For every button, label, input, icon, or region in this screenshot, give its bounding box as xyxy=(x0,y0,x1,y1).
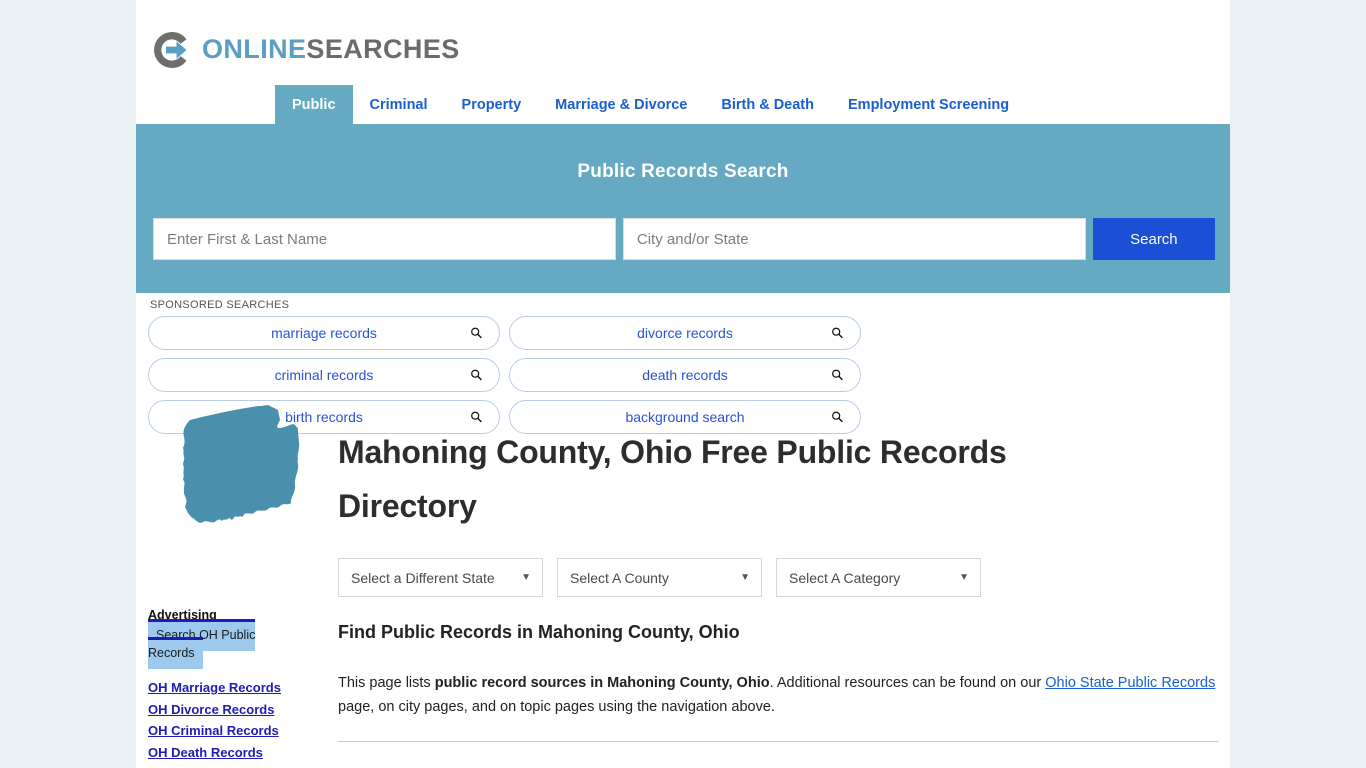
page-root: ONLINESEARCHES Public Criminal Property … xyxy=(0,0,1366,768)
main-content: Find Public Records in Mahoning County, … xyxy=(338,622,1218,719)
paragraph-part-1: This page lists xyxy=(338,675,435,691)
masthead: ONLINESEARCHES xyxy=(136,0,1230,85)
public-records-search-band: Public Records Search Search xyxy=(136,128,1230,293)
sidebar-link-oh-marriage-records[interactable]: OH Marriage Records xyxy=(148,678,308,698)
category-select-value: Select A Category xyxy=(789,569,901,586)
section-heading: Find Public Records in Mahoning County, … xyxy=(338,622,740,642)
state-select-value: Select a Different State xyxy=(351,569,495,586)
sponsored-pill-label: divorce records xyxy=(637,325,733,341)
paragraph-bold-phrase: public record sources in Mahoning County… xyxy=(434,675,770,691)
sidebar-link-oh-death-records[interactable]: OH Death Records xyxy=(148,743,308,763)
nav-tab-criminal[interactable]: Criminal xyxy=(353,85,445,124)
sidebar-link-oh-divorce-records[interactable]: OH Divorce Records xyxy=(148,700,308,720)
search-icon xyxy=(831,327,844,340)
sponsored-pill-marriage-records[interactable]: marriage records xyxy=(148,316,500,350)
sidebar-links-list: OH Marriage Records OH Divorce Records O… xyxy=(148,678,308,768)
search-icon xyxy=(831,411,844,424)
paragraph-part-2: . Additional resources can be found on o… xyxy=(769,675,1046,691)
paragraph-part-3: page, on city pages, and on topic pages … xyxy=(338,699,775,716)
wordmark-online: ONLINE xyxy=(202,34,307,64)
nav-tab-public[interactable]: Public xyxy=(275,85,353,124)
nav-tab-employment-screening[interactable]: Employment Screening xyxy=(831,85,1026,124)
sponsored-pill-label: marriage records xyxy=(271,325,377,341)
sponsored-searches-label: SPONSORED SEARCHES xyxy=(150,299,290,311)
page-title: Mahoning County, Ohio Free Public Record… xyxy=(338,434,1007,524)
sidebar-link-oh-criminal-records[interactable]: OH Criminal Records xyxy=(148,721,308,741)
page-container: ONLINESEARCHES Public Criminal Property … xyxy=(136,0,1230,768)
search-icon xyxy=(831,369,844,382)
sponsored-pill-label: background search xyxy=(625,409,745,425)
intro-paragraph: This page lists public record sources in… xyxy=(338,671,1218,719)
sponsored-pill-label: death records xyxy=(642,367,728,383)
nav-tab-marriage-divorce[interactable]: Marriage & Divorce xyxy=(538,85,704,124)
category-select[interactable]: Select A Category ▼ xyxy=(776,558,981,597)
site-logo-link[interactable]: ONLINESEARCHES xyxy=(150,28,460,72)
search-icon xyxy=(470,369,483,382)
sponsored-pill-death-records[interactable]: death records xyxy=(509,358,861,392)
ohio-state-public-records-link[interactable]: Ohio State Public Records xyxy=(1045,675,1215,691)
content-divider xyxy=(338,741,1218,742)
state-select[interactable]: Select a Different State ▼ xyxy=(338,558,543,597)
wordmark-searches: SEARCHES xyxy=(306,34,460,64)
search-icon xyxy=(470,411,483,424)
nav-tab-property[interactable]: Property xyxy=(445,85,539,124)
search-submit-button[interactable]: Search xyxy=(1092,218,1215,260)
chevron-down-icon: ▼ xyxy=(959,572,969,583)
search-form: Search xyxy=(153,218,1215,260)
chevron-down-icon: ▼ xyxy=(740,572,750,583)
left-sidebar: Advertising Search OH Public Records OH … xyxy=(148,608,308,768)
name-search-input[interactable] xyxy=(153,218,616,260)
county-select[interactable]: Select A County ▼ xyxy=(557,558,762,597)
sponsored-pill-divorce-records[interactable]: divorce records xyxy=(509,316,861,350)
ohio-state-map-icon xyxy=(180,404,315,542)
location-search-input[interactable] xyxy=(622,218,1086,260)
main-navigation: Public Criminal Property Marriage & Divo… xyxy=(136,85,1230,128)
sponsored-pill-criminal-records[interactable]: criminal records xyxy=(148,358,500,392)
search-band-title: Public Records Search xyxy=(577,161,789,182)
circular-arrow-logo-icon xyxy=(150,28,194,72)
sidebar-ad-box[interactable]: Search OH Public Records xyxy=(148,619,256,669)
site-wordmark: ONLINESEARCHES xyxy=(202,36,460,63)
search-icon xyxy=(470,327,483,340)
chevron-down-icon: ▼ xyxy=(521,572,531,583)
sidebar-link-oh-birth-records[interactable]: OH Birth Records xyxy=(148,764,308,768)
nav-tab-birth-death[interactable]: Birth & Death xyxy=(704,85,831,124)
sponsored-pill-label: criminal records xyxy=(274,367,374,383)
county-select-value: Select A County xyxy=(570,569,669,586)
filters-row: Select a Different State ▼ Select A Coun… xyxy=(338,558,981,597)
